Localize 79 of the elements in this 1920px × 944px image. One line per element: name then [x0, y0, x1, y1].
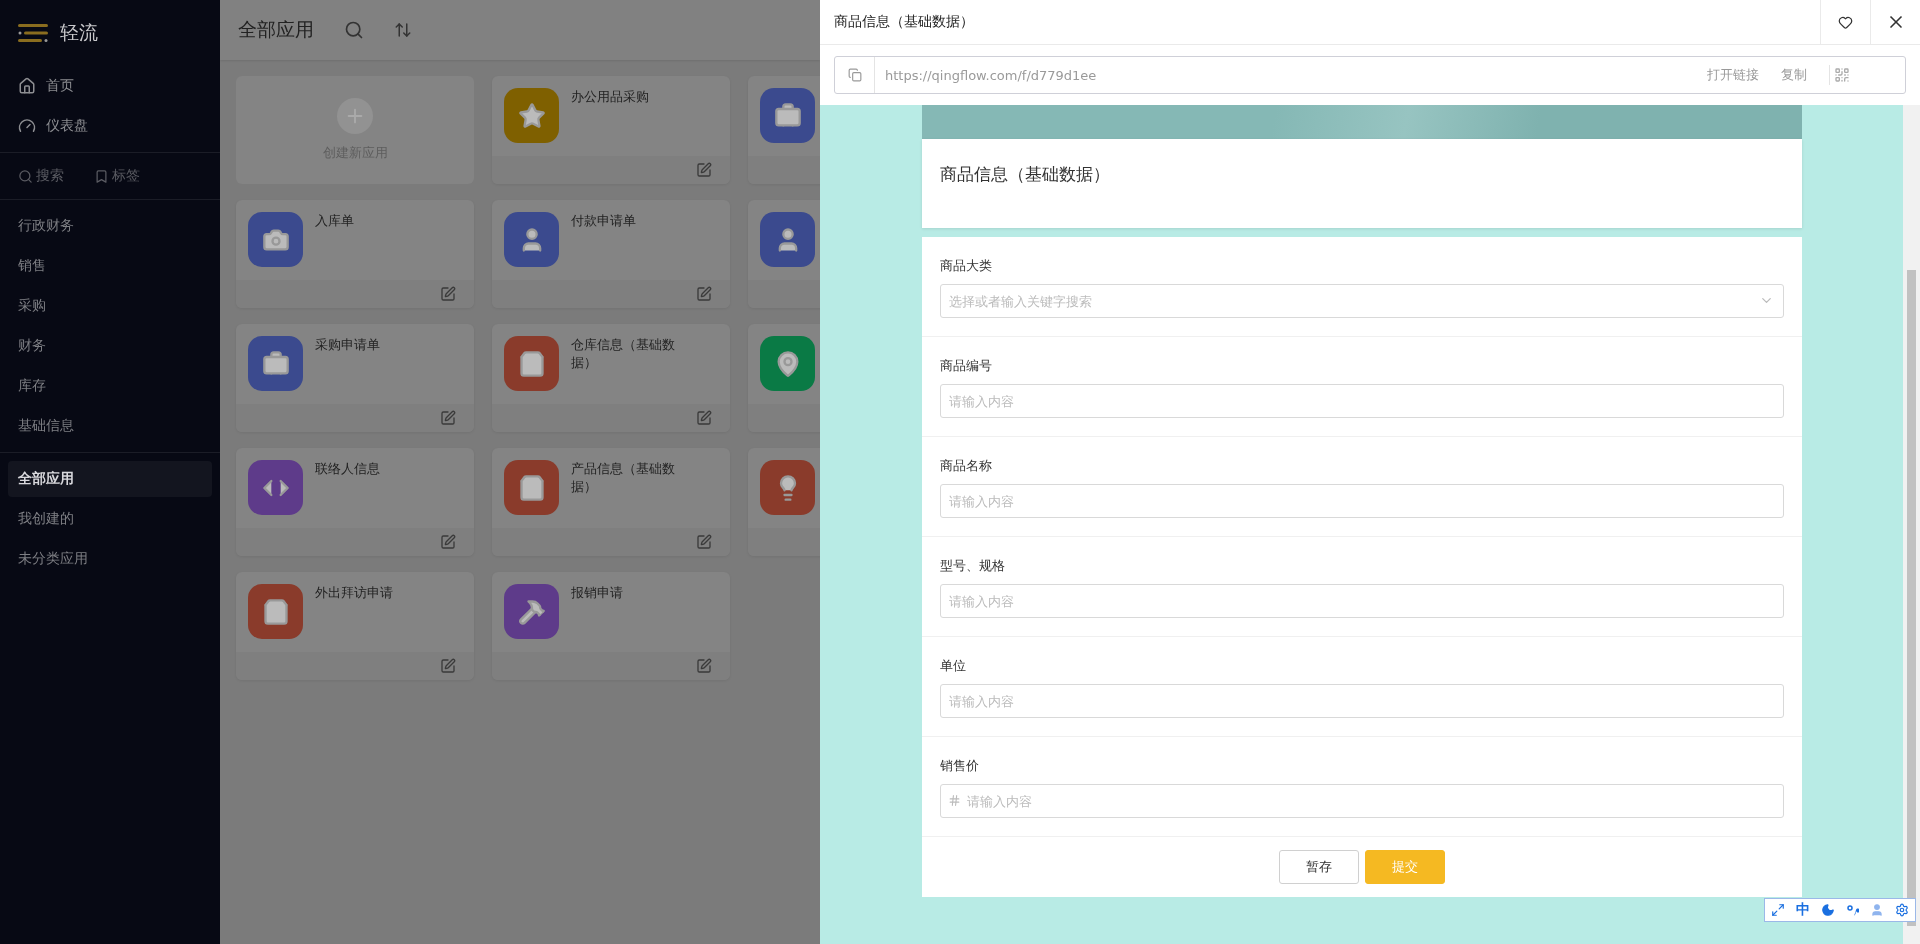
- nav-item[interactable]: 首页: [0, 66, 220, 106]
- field-label: 商品名称: [939, 457, 993, 475]
- settings-icon[interactable]: [1895, 903, 1910, 917]
- form-title: 商品信息（基础数据）: [939, 164, 1110, 184]
- group-item[interactable]: 采购: [8, 288, 212, 324]
- field-label: 商品编号: [939, 357, 993, 375]
- edit-icon[interactable]: [696, 162, 712, 178]
- heart-icon: [1838, 14, 1853, 30]
- number-icon: [947, 794, 961, 807]
- input-field[interactable]: 请输入内容: [939, 484, 1784, 518]
- view-item[interactable]: 我创建的: [8, 501, 212, 537]
- field-label: 单位: [939, 657, 967, 675]
- app-name: 仓库信息（基础数据）: [571, 336, 676, 372]
- edit-icon[interactable]: [440, 410, 456, 426]
- gauge-icon: [18, 117, 36, 135]
- group-item[interactable]: 行政财务: [8, 208, 212, 244]
- scrollbar[interactable]: [1903, 105, 1920, 944]
- edit-icon[interactable]: [440, 286, 456, 302]
- save-draft-button[interactable]: 暂存: [1278, 850, 1359, 884]
- search-icon[interactable]: [344, 20, 364, 40]
- input-field[interactable]: 请输入内容: [939, 684, 1784, 718]
- logo-text: 轻流: [60, 20, 98, 45]
- tag-link[interactable]: 标签: [94, 167, 140, 185]
- ime-mode[interactable]: 中: [1796, 901, 1810, 919]
- app-name: 办公用品采购: [571, 88, 650, 106]
- plus-icon: [337, 98, 373, 134]
- app-name: 入库单: [315, 212, 355, 230]
- app-name: 产品信息（基础数据）: [571, 460, 676, 496]
- punctuation-icon[interactable]: [1846, 903, 1859, 917]
- app-card[interactable]: 付款申请单: [492, 200, 730, 308]
- edit-icon[interactable]: [696, 286, 712, 302]
- app-card[interactable]: 报销申请: [492, 572, 730, 680]
- app-card[interactable]: 联络人信息: [236, 448, 474, 556]
- sort-icon[interactable]: [394, 21, 412, 39]
- app-name: 联络人信息: [315, 460, 381, 478]
- edit-icon[interactable]: [696, 534, 712, 550]
- nav-item[interactable]: 仪表盘: [0, 106, 220, 146]
- input-field[interactable]: 请输入内容: [939, 384, 1784, 418]
- app-card[interactable]: 入库单: [236, 200, 474, 308]
- app-card[interactable]: 采购申请单: [236, 324, 474, 432]
- field-label: 型号、规格: [939, 557, 1006, 575]
- page-title: 全部应用: [238, 17, 314, 42]
- open-link[interactable]: 打开链接: [1707, 66, 1759, 84]
- edit-icon[interactable]: [696, 658, 712, 674]
- url-text: https://qingflow.com/f/d779d1ee: [884, 67, 1098, 83]
- user-icon[interactable]: [1869, 903, 1884, 917]
- edit-icon[interactable]: [440, 658, 456, 674]
- logo-icon: [18, 23, 48, 43]
- bookmark-icon: [94, 168, 109, 184]
- app-card[interactable]: 办公用品采购: [492, 76, 730, 184]
- expand-icon[interactable]: [1770, 903, 1785, 917]
- app-card[interactable]: 产品信息（基础数据）: [492, 448, 730, 556]
- select-field[interactable]: 选择或者输入关键字搜索: [939, 284, 1784, 318]
- app-name: 采购申请单: [315, 336, 381, 354]
- search-icon: [18, 168, 33, 184]
- moon-icon[interactable]: [1821, 903, 1836, 917]
- edit-icon[interactable]: [440, 534, 456, 550]
- qr-code-icon: [1834, 67, 1850, 83]
- field-label: 销售价: [939, 757, 980, 775]
- group-item[interactable]: 财务: [8, 328, 212, 364]
- app-name: 外出拜访申请: [315, 584, 394, 602]
- input-field[interactable]: 请输入内容: [939, 584, 1784, 618]
- view-item[interactable]: 未分类应用: [8, 541, 212, 577]
- view-item[interactable]: 全部应用: [8, 461, 212, 497]
- group-item[interactable]: 销售: [8, 248, 212, 284]
- group-item[interactable]: 库存: [8, 368, 212, 404]
- search-link[interactable]: 搜索: [18, 167, 64, 185]
- edit-icon[interactable]: [696, 410, 712, 426]
- input-field[interactable]: 请输入内容: [939, 784, 1784, 818]
- field-label: 商品大类: [939, 257, 993, 275]
- group-item[interactable]: 基础信息: [8, 408, 212, 444]
- home-icon: [18, 77, 36, 95]
- copy-icon[interactable]: [847, 68, 862, 82]
- app-name: 付款申请单: [571, 212, 637, 230]
- app-card[interactable]: 外出拜访申请: [236, 572, 474, 680]
- app-name: 报销申请: [571, 584, 624, 602]
- app-card[interactable]: 仓库信息（基础数据）: [492, 324, 730, 432]
- copy-link[interactable]: 复制: [1781, 66, 1807, 84]
- drawer-title: 商品信息（基础数据）: [833, 13, 975, 31]
